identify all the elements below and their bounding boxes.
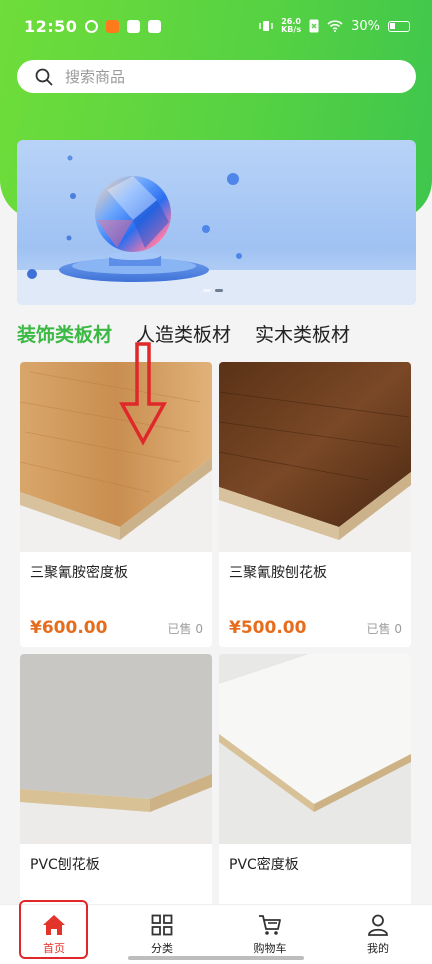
product-image (219, 362, 411, 552)
product-name: PVC密度板 (229, 857, 299, 873)
product-card[interactable]: PVC密度板 (219, 654, 411, 939)
tab-decorative-board[interactable]: 装饰类板材 (17, 320, 112, 347)
home-indicator (128, 956, 304, 960)
banner-image (17, 155, 416, 305)
product-price: ¥500.00 (229, 618, 307, 638)
battery-icon (388, 20, 410, 32)
banner-pagination (203, 289, 223, 292)
category-tabs: 装饰类板材 人造类板材 实木类板材 (17, 320, 350, 347)
promo-banner[interactable] (17, 140, 416, 305)
annotation-down-arrow (119, 342, 167, 446)
annotation-highlight-box (19, 900, 88, 959)
product-card[interactable]: 三聚氰胺刨花板 ¥500.00 已售 0 (219, 362, 411, 647)
search-bar[interactable]: 搜索商品 (17, 60, 416, 93)
wifi-icon (327, 20, 343, 32)
notification-icon (85, 19, 99, 33)
product-image (20, 362, 212, 552)
grid-icon (151, 914, 173, 935)
cart-icon (259, 914, 281, 935)
battery-percent: 30% (351, 18, 380, 34)
notification-box-icon (127, 19, 141, 33)
search-icon (35, 68, 53, 85)
product-name: 三聚氰胺密度板 (30, 565, 128, 581)
network-speed: 26.0 KB/s (281, 17, 302, 34)
product-price: ¥600.00 (30, 618, 108, 638)
product-image (20, 654, 212, 844)
tab-solid-wood-board[interactable]: 实木类板材 (255, 320, 350, 347)
banner-dot-active (215, 289, 223, 292)
tab-cart-label: 购物车 (253, 941, 287, 955)
banner-dot (203, 289, 211, 292)
vibrate-icon (259, 21, 273, 31)
status-bar: 12:50 26.0 KB/s 30% (0, 0, 432, 52)
product-name: PVC刨花板 (30, 857, 100, 873)
notification-msg-icon (148, 19, 162, 33)
product-card[interactable]: 三聚氰胺密度板 ¥600.00 已售 0 (20, 362, 212, 647)
tab-profile-label: 我的 (367, 941, 389, 955)
product-card[interactable]: PVC刨花板 (20, 654, 212, 939)
status-time: 12:50 (24, 16, 78, 36)
product-image (219, 654, 411, 844)
product-sold-count: 已售 0 (167, 622, 203, 636)
tab-profile[interactable]: 我的 (324, 905, 432, 964)
search-placeholder: 搜索商品 (65, 68, 126, 86)
product-name: 三聚氰胺刨花板 (229, 565, 327, 581)
notification-app-icon (106, 19, 120, 33)
user-icon (368, 914, 388, 936)
tab-category-label: 分类 (151, 941, 173, 955)
product-sold-count: 已售 0 (366, 622, 402, 636)
sim-off-icon (309, 19, 319, 33)
